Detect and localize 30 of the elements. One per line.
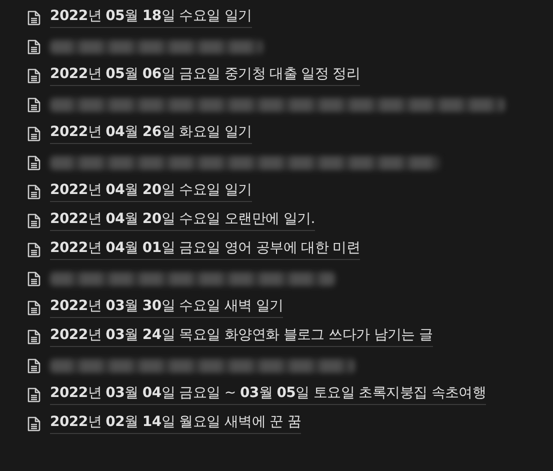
page-link[interactable]: 2022년 04월 20일 수요일 오랜만에 일기. <box>50 210 315 231</box>
page-icon <box>27 126 41 142</box>
page-link[interactable]: 2022년 04월 20일 수요일 일기 <box>50 181 252 202</box>
page-icon <box>27 154 41 170</box>
page-link[interactable]: 2022년 03월 04일 금요일 ~ 03월 05일 토요일 초록지붕집 속초여행 <box>50 384 486 405</box>
page-link[interactable]: 2022년 05월 06일 금요일 중기청 대출 일정 정리 <box>50 65 360 86</box>
page-icon <box>27 416 41 432</box>
page-link[interactable]: 2022년 02월 14일 월요일 새벽에 꾼 꿈 <box>50 413 302 434</box>
blurred-page-link[interactable] <box>50 40 263 54</box>
page-link[interactable]: 2022년 03월 30일 수요일 새벽 일기 <box>50 297 284 318</box>
page-icon <box>27 38 41 54</box>
page-icon <box>27 270 41 286</box>
page-icon <box>27 96 41 112</box>
page-link[interactable]: 2022년 05월 18일 수요일 일기 <box>50 7 252 28</box>
blurred-page-link[interactable] <box>50 358 355 372</box>
page-icon <box>27 184 41 200</box>
page-icon <box>27 10 41 26</box>
page-icon <box>27 68 41 84</box>
page-icon <box>27 386 41 402</box>
page-icon <box>27 242 41 258</box>
blurred-page-link[interactable] <box>50 98 505 112</box>
page-link[interactable]: 2022년 04월 01일 금요일 영어 공부에 대한 미련 <box>50 239 360 260</box>
page-icon <box>27 358 41 374</box>
blurred-page-link[interactable] <box>50 156 440 170</box>
page-link[interactable]: 2022년 03월 24일 목요일 화양연화 블로그 쓰다가 남기는 글 <box>50 326 433 347</box>
page-link[interactable]: 2022년 04월 26일 화요일 일기 <box>50 123 252 144</box>
page-icon <box>27 328 41 344</box>
page-icon <box>27 300 41 316</box>
page-icon <box>27 212 41 228</box>
blurred-page-link[interactable] <box>50 272 335 286</box>
